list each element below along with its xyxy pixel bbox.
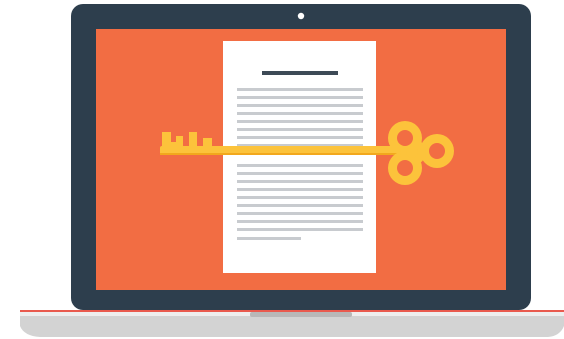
key-shaft-shadow (160, 153, 400, 155)
document-text-line (237, 212, 363, 215)
document-text-line (237, 196, 363, 199)
webcam-icon (297, 12, 305, 20)
document-text-line (237, 120, 363, 123)
document-text-line (237, 128, 363, 131)
trackpad-notch (250, 312, 352, 317)
document-heading-line (262, 71, 338, 75)
base-edge-line (20, 310, 564, 312)
document-text-line (237, 164, 363, 167)
document-text-line (237, 188, 363, 191)
document-text-line (237, 88, 363, 91)
laptop-base (20, 310, 564, 337)
document-text-line (237, 172, 363, 175)
document-text-line (237, 112, 363, 115)
document-text-line (237, 104, 363, 107)
document-text-line (237, 136, 363, 139)
document-text-line (237, 237, 301, 240)
document-text-line (237, 220, 363, 223)
document-text-line (237, 204, 363, 207)
document-text-line (237, 96, 363, 99)
document-text-line (237, 228, 363, 231)
document-icon (223, 41, 376, 273)
laptop-document-key-illustration (20, 4, 564, 337)
document-text-line (237, 180, 363, 183)
